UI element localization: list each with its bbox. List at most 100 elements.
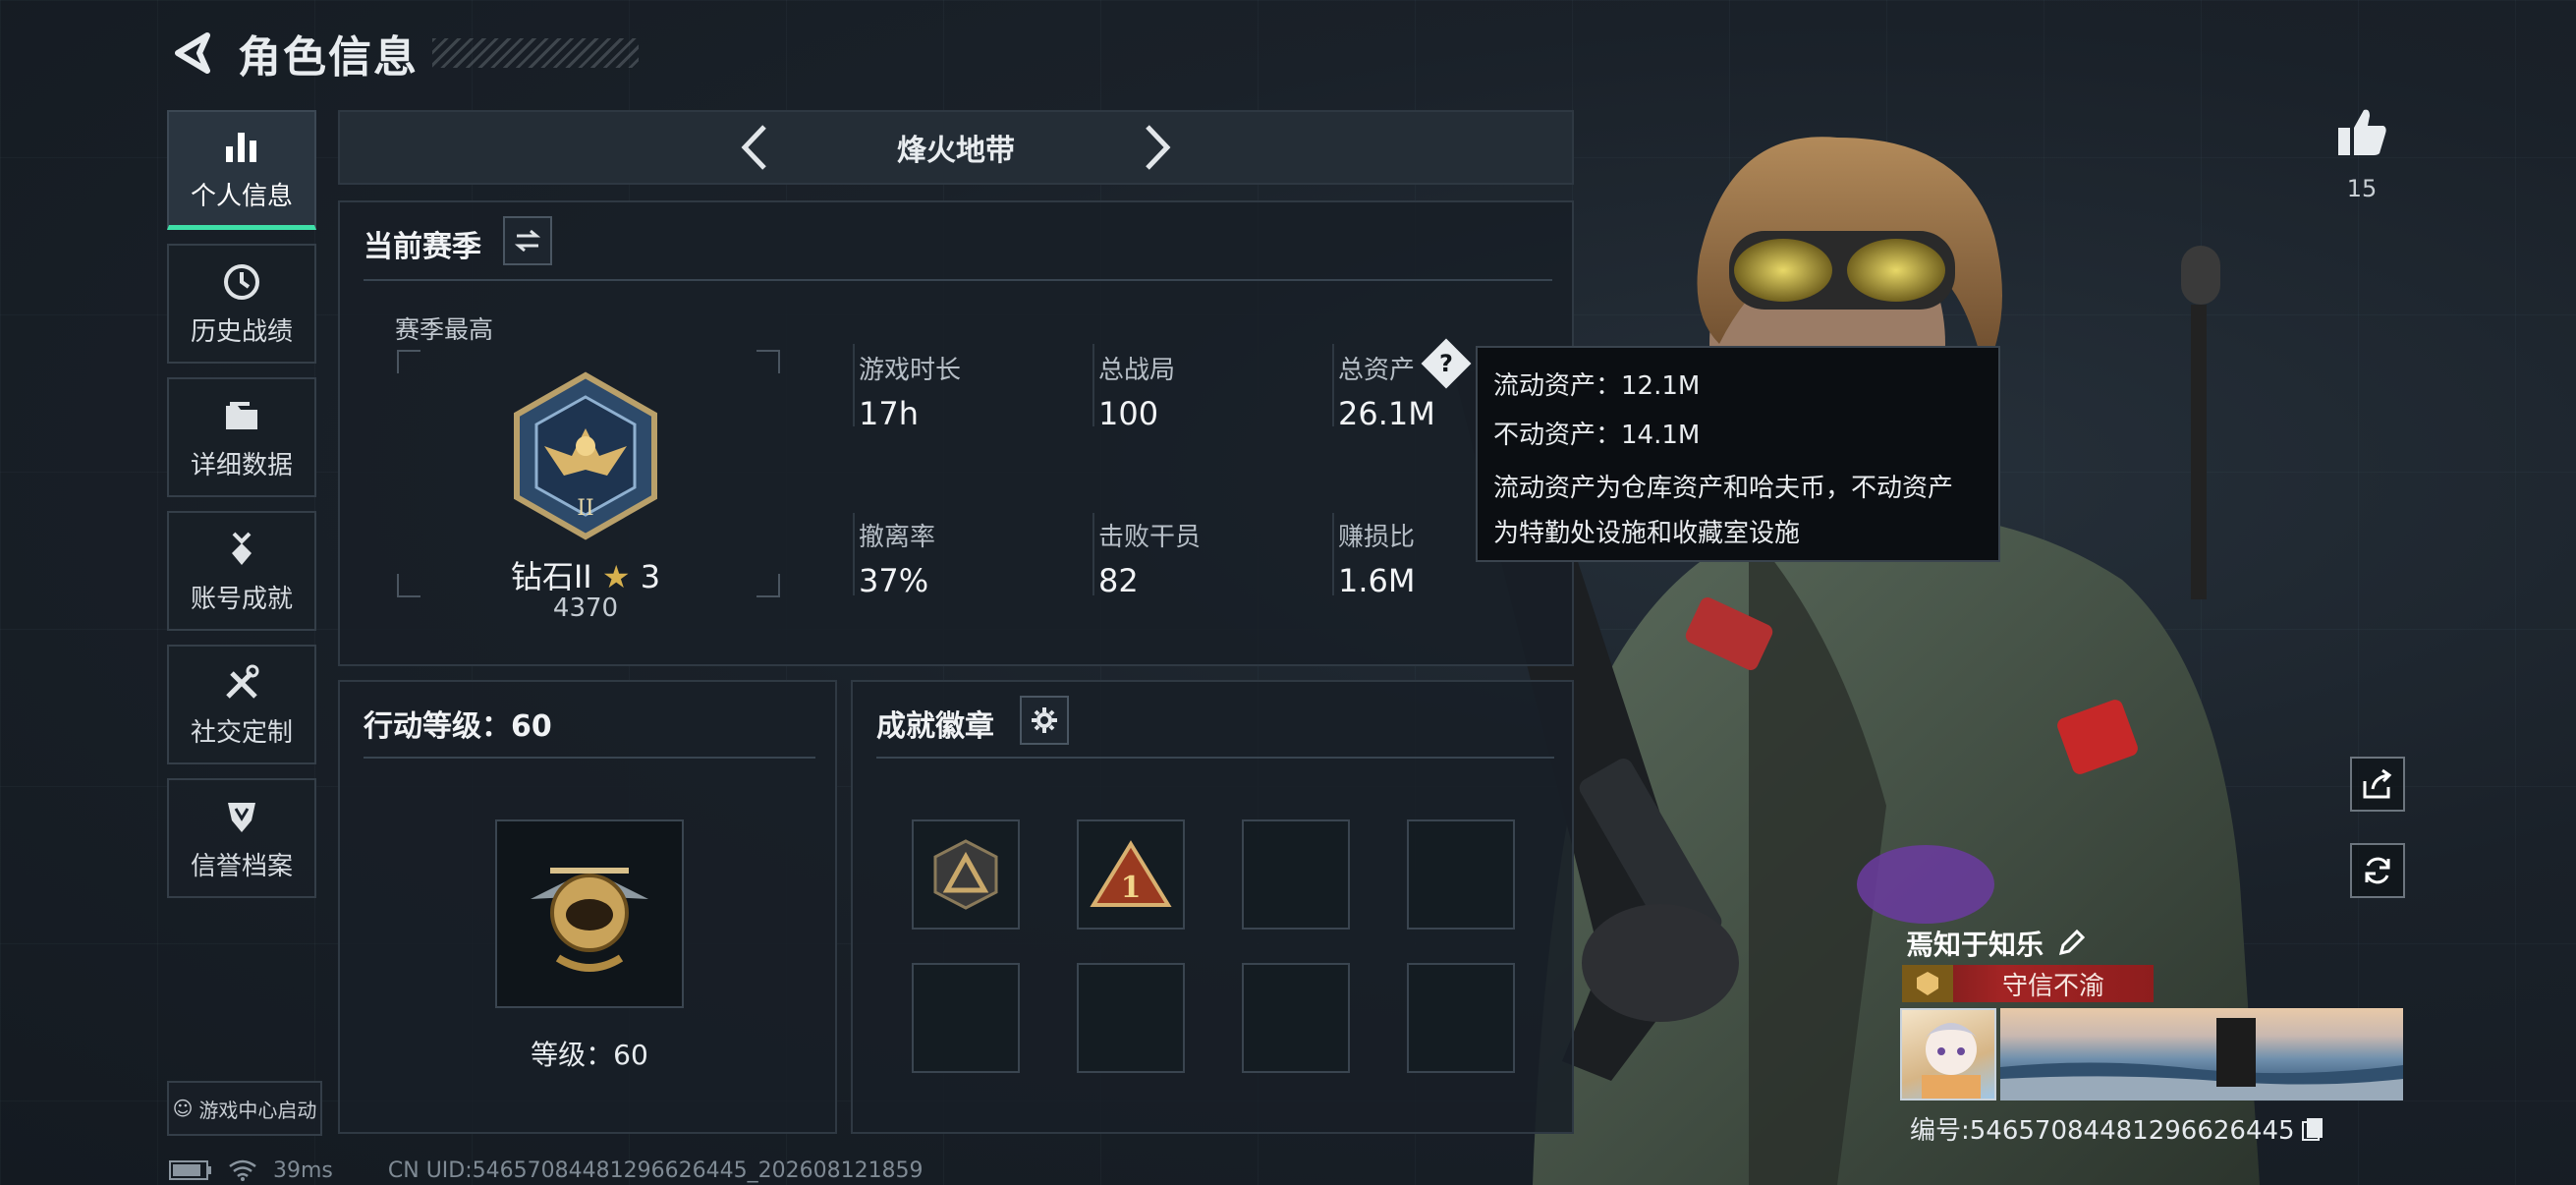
back-button[interactable] — [167, 28, 216, 78]
season-best-label: 赛季最高 — [395, 315, 494, 344]
action-level-title: 行动等级：60 — [364, 709, 552, 744]
player-title-tag: 守信不渝 — [1902, 965, 2154, 1002]
stat-label: 撤离率 — [859, 523, 936, 552]
action-level-panel: 行动等级：60 等级：60 — [338, 680, 837, 1134]
badge-slot[interactable] — [912, 963, 1020, 1073]
badge-slot[interactable] — [1077, 963, 1185, 1073]
edit-pencil-icon[interactable] — [2057, 930, 2086, 957]
thumbs-up-icon — [2338, 109, 2386, 155]
helicopter-badge-icon — [531, 868, 648, 972]
asset-description-line: 流动资产为仓库资产和哈夫币，不动资产 — [1493, 474, 1954, 503]
switch-season-button[interactable] — [503, 216, 552, 265]
stat-separator — [1332, 344, 1334, 426]
folder-icon — [220, 394, 263, 437]
battery-icon — [169, 1160, 211, 1180]
fixed-assets: 不动资产：14.1M — [1493, 421, 1701, 450]
mode-name: 烽火地带 — [897, 134, 1015, 168]
nav-item-achievements[interactable]: 账号成就 — [167, 511, 316, 631]
stat-separator — [1332, 513, 1334, 595]
stat-separator — [1092, 513, 1094, 595]
liquid-assets: 流动资产：12.1M — [1493, 371, 1701, 401]
stat-value: 17h — [859, 395, 919, 432]
nav-label: 历史战绩 — [190, 316, 293, 347]
nav-label: 账号成就 — [190, 584, 293, 614]
player-name: 焉知于知乐 — [1906, 929, 2044, 961]
achievements-divider — [876, 757, 1554, 759]
nav-item-detailed-data[interactable]: 详细数据 — [167, 377, 316, 497]
achievement-settings-button[interactable] — [1020, 696, 1069, 745]
badge-slot[interactable]: 1 — [1077, 819, 1185, 930]
like-button[interactable] — [2334, 104, 2389, 163]
shield-crest-icon — [220, 795, 263, 838]
season-divider — [364, 279, 1552, 281]
level-label: 等级：60 — [531, 1039, 648, 1071]
copy-icon[interactable] — [2301, 1116, 2324, 1142]
level-badge-frame — [495, 819, 684, 1008]
swap-icon — [514, 229, 541, 253]
bar-chart-icon — [220, 125, 263, 168]
triangle-badge-icon — [933, 839, 998, 910]
game-center-label: 游戏中心启动 — [198, 1098, 317, 1122]
gear-icon — [1032, 707, 1057, 733]
stat-separator — [853, 344, 855, 426]
frame-corner — [756, 350, 780, 373]
tools-icon — [220, 661, 263, 705]
refresh-icon — [2365, 857, 2390, 884]
badge-slot[interactable] — [1407, 819, 1515, 930]
stat-label: 总战局 — [1098, 356, 1176, 385]
nav-item-personal-info[interactable]: 个人信息 — [167, 110, 316, 230]
rank-line: 钻石II ★ 3 — [340, 552, 831, 597]
back-arrow-icon — [175, 32, 210, 74]
season-title: 当前赛季 — [364, 230, 481, 264]
badge-slot[interactable] — [1407, 963, 1515, 1073]
svg-text:II: II — [577, 496, 593, 521]
season-panel: 当前赛季 赛季最高 II 钻石II ★ 3 4370 游戏时长 17h 总战局 … — [338, 200, 1574, 666]
title-emblem-icon — [1902, 965, 1953, 1002]
game-center-launch-button[interactable]: ☺ 游戏中心启动 — [167, 1081, 322, 1136]
stat-value: 26.1M — [1338, 395, 1435, 432]
stat-separator — [1092, 344, 1094, 426]
page-title: 角色信息 — [238, 32, 419, 83]
nav-label: 个人信息 — [190, 182, 293, 211]
stat-label: 游戏时长 — [859, 356, 962, 385]
nav-item-history[interactable]: 历史战绩 — [167, 244, 316, 364]
nav-label: 详细数据 — [190, 450, 293, 480]
avatar[interactable] — [1900, 1008, 1996, 1100]
badge-slot[interactable] — [912, 819, 1020, 930]
ping-value: 39ms — [273, 1157, 333, 1183]
help-icon[interactable]: ? — [1421, 338, 1472, 389]
stat-value: 1.6M — [1338, 562, 1416, 599]
nav-item-social[interactable]: 社交定制 — [167, 645, 316, 764]
frame-corner — [397, 350, 420, 373]
stat-value: 82 — [1098, 562, 1139, 599]
chevron-right-icon — [1146, 125, 1171, 170]
refresh-button[interactable] — [2350, 843, 2405, 898]
nav-label: 社交定制 — [190, 717, 293, 748]
qq-icon: ☺ — [172, 1097, 194, 1120]
asset-tooltip: 流动资产：12.1M 不动资产：14.1M 流动资产为仓库资产和哈夫币，不动资产… — [1476, 346, 2000, 562]
rank-name: 钻石II — [510, 558, 592, 595]
share-button[interactable] — [2350, 757, 2405, 812]
diamond-rank-emblem-icon: II — [514, 371, 657, 540]
nav-item-credit[interactable]: 信誉档案 — [167, 778, 316, 898]
stat-label: 赚损比 — [1338, 523, 1416, 552]
badge-slot[interactable] — [1242, 819, 1350, 930]
player-name-row: 焉知于知乐 — [1906, 924, 2086, 963]
title-decoration — [432, 38, 639, 68]
wifi-icon — [229, 1159, 256, 1181]
medal-icon — [220, 528, 263, 571]
history-clock-icon — [220, 260, 263, 304]
uid-value: 编号:54657084481296626445 — [1910, 1116, 2295, 1146]
chevron-left-icon — [741, 125, 766, 170]
rank-stars: 3 — [640, 558, 661, 595]
action-level-divider — [364, 757, 815, 759]
stat-separator — [853, 513, 855, 595]
title-text: 守信不渝 — [2001, 971, 2104, 1001]
prev-mode-button[interactable] — [725, 118, 784, 177]
next-mode-button[interactable] — [1128, 118, 1187, 177]
mode-selector: 烽火地带 — [338, 110, 1574, 185]
stat-value: 37% — [859, 562, 929, 599]
number-one-badge-icon: 1 — [1090, 840, 1172, 907]
stat-value: 100 — [1098, 395, 1159, 432]
badge-slot[interactable] — [1242, 963, 1350, 1073]
